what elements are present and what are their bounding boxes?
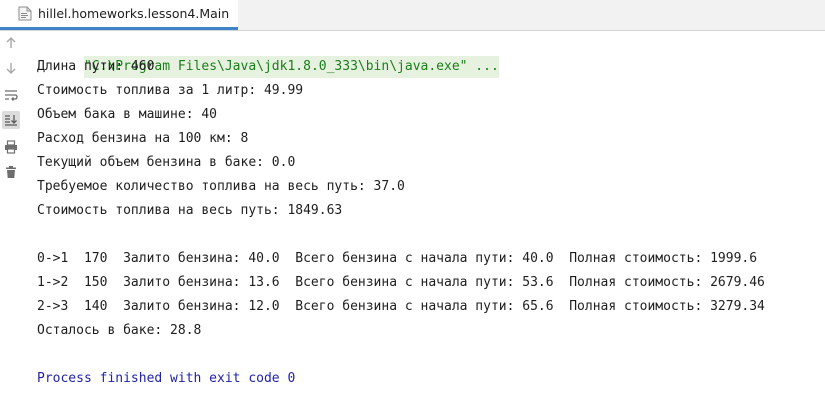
- scroll-up-icon[interactable]: [2, 34, 20, 52]
- run-tab[interactable]: hillel.homeworks.lesson4.Main: [0, 0, 238, 30]
- exit-message: Process finished with exit code 0: [37, 371, 296, 386]
- console-line: 1->2 150 Залито бензина: 13.6 Всего бенз…: [37, 275, 765, 290]
- console-toolbar: [0, 31, 23, 402]
- run-tab-bar: hillel.homeworks.lesson4.Main: [0, 0, 825, 31]
- console-line: Расход бензина на 100 км: 8: [37, 131, 249, 146]
- console-line: Осталось в баке: 28.8: [37, 323, 202, 338]
- console-lines: Длина пути: 460 Стоимость топлива за 1 ли…: [37, 55, 822, 367]
- scroll-to-end-icon[interactable]: [2, 111, 20, 129]
- print-icon[interactable]: [2, 138, 20, 156]
- console-line: Требуемое количество топлива на весь пут…: [37, 179, 405, 194]
- scroll-down-icon[interactable]: [2, 59, 20, 77]
- run-tab-label: hillel.homeworks.lesson4.Main: [38, 6, 230, 21]
- console-line: 2->3 140 Залито бензина: 12.0 Всего бенз…: [37, 299, 765, 314]
- soft-wrap-icon[interactable]: [2, 86, 20, 104]
- run-console-window: hillel.homeworks.lesson4.Main "C:\Progra…: [0, 0, 825, 402]
- console-line: 0->1 170 Залито бензина: 40.0 Всего бенз…: [37, 251, 758, 266]
- command-line-row: "C:\Program Files\Java\jdk1.8.0_333\bin\…: [37, 31, 822, 78]
- console-line: Стоимость топлива за 1 литр: 49.99: [37, 83, 304, 98]
- trash-icon[interactable]: [2, 163, 20, 181]
- console-line: Текущий объем бензина в баке: 0.0: [37, 155, 296, 170]
- console-line: Объем бака в машине: 40: [37, 107, 218, 122]
- console-output[interactable]: "C:\Program Files\Java\jdk1.8.0_333\bin\…: [37, 31, 822, 402]
- java-file-icon: [18, 6, 32, 21]
- console-line: Стоимость топлива на весь путь: 1849.63: [37, 203, 343, 218]
